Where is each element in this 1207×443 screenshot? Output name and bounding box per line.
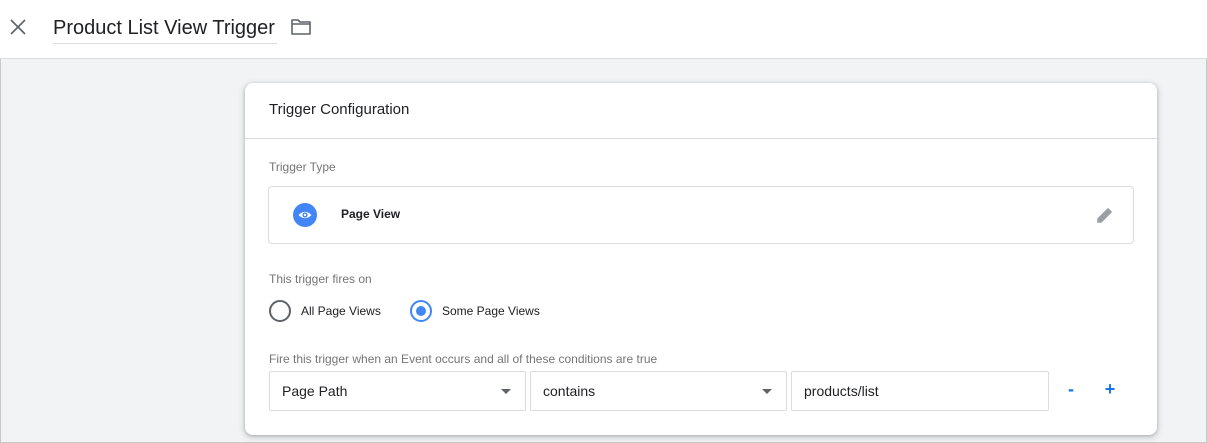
- radio-checked-icon: [410, 300, 432, 322]
- condition-value-input[interactable]: products/list: [791, 371, 1049, 411]
- trigger-type-label: Trigger Type: [269, 160, 336, 174]
- trigger-type-selector[interactable]: Page View: [268, 186, 1134, 244]
- pencil-icon[interactable]: [1095, 205, 1115, 225]
- top-bar: Product List View Trigger: [0, 0, 1207, 59]
- radio-all-label: All Page Views: [301, 304, 381, 318]
- eye-icon: [293, 203, 317, 227]
- operator-dropdown[interactable]: contains: [530, 371, 787, 411]
- radio-some-label: Some Page Views: [442, 304, 540, 318]
- radio-unchecked-icon: [269, 300, 291, 322]
- conditions-label: Fire this trigger when an Event occurs a…: [269, 352, 658, 366]
- operator-value: contains: [543, 383, 596, 399]
- radio-some-page-views[interactable]: Some Page Views: [410, 299, 540, 323]
- remove-condition-button[interactable]: -: [1061, 380, 1081, 400]
- trigger-name-title[interactable]: Product List View Trigger: [53, 14, 277, 44]
- variable-dropdown[interactable]: Page Path: [269, 371, 526, 411]
- trigger-configuration-card: Trigger Configuration Trigger Type Page …: [245, 83, 1157, 435]
- trigger-type-name: Page View: [341, 207, 401, 221]
- radio-all-page-views[interactable]: All Page Views: [269, 299, 381, 323]
- close-icon[interactable]: [6, 15, 30, 39]
- card-title: Trigger Configuration: [245, 83, 1157, 139]
- chevron-down-icon: [762, 389, 772, 394]
- fires-on-label: This trigger fires on: [269, 272, 372, 286]
- chevron-down-icon: [501, 389, 511, 394]
- variable-value: Page Path: [282, 383, 348, 399]
- folder-icon[interactable]: [290, 16, 312, 38]
- add-condition-button[interactable]: +: [1100, 380, 1120, 400]
- condition-value-text: products/list: [804, 383, 879, 399]
